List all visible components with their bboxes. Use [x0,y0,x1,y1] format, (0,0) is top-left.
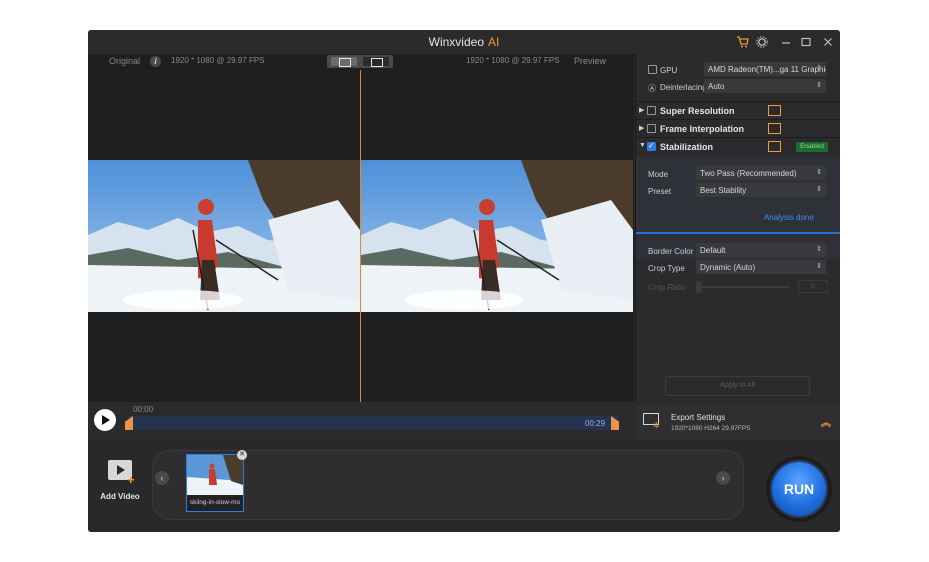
stabilization-checkbox[interactable] [647,141,656,151]
chevron-updown-icon: ⇕ [816,186,822,193]
preset-select[interactable]: Best Stability ⇕ [696,183,826,197]
crop-type-value: Dynamic (Auto) [700,263,756,272]
scroll-right-button[interactable]: › [716,471,730,485]
frame-interpolation-label: Frame Interpolation [660,124,745,134]
border-color-value: Default [700,246,726,255]
original-frame [88,160,360,312]
plus-icon: + [127,472,135,487]
app-title-accent: AI [488,35,500,49]
timeline-track[interactable] [128,416,618,430]
mode-select[interactable]: Two Pass (Recommended) ⇕ [696,166,826,180]
add-video-label: Add Video [100,492,140,501]
crop-type-label: Crop Type [648,264,685,273]
title-bar: Winxvideo AI [88,30,840,54]
crop-ratio-slider[interactable] [696,286,790,288]
camera-icon [768,141,781,152]
cart-icon[interactable] [734,34,750,50]
timeline: 00:00 00:29 [88,402,634,440]
stabilization-section[interactable]: ▼ Stabilization Enabled [636,137,840,155]
gpu-value: AMD Radeon(TM)...ga 11 Graphics [708,65,826,74]
run-button-ring: RUN [766,456,832,522]
crop-ratio-input[interactable]: 0 [798,280,828,293]
view-mode-toggle[interactable] [327,55,393,68]
apply-to-all-button[interactable]: Apply to All [665,376,810,396]
app-window: Winxvideo AI Original i 1920 * 1080 @ 29.… [88,30,840,532]
apply-to-all-label: Apply to All [720,382,755,389]
deinterlacing-label: Deinterlacing [660,83,707,92]
settings-panel: GPU AMD Radeon(TM)...ga 11 Graphics ⇕ Ⓐ D… [635,54,840,402]
deinterlace-icon: Ⓐ [648,84,656,93]
export-settings[interactable]: ✲ Export Settings 1920*1080 H264 29.97FP… [635,406,840,440]
compare-divider[interactable] [360,70,361,402]
collapse-arrow-icon[interactable]: ▼ [639,142,646,149]
original-frame-image [88,160,360,312]
split-view-icon[interactable] [331,57,357,67]
preview-area[interactable] [88,70,634,402]
analysis-status: Analysis done [764,213,814,222]
super-resolution-checkbox[interactable] [647,106,656,115]
gpu-label: GPU [660,66,678,75]
side-by-side-view-icon[interactable] [363,57,389,67]
deinterlacing-value: Auto [708,82,725,91]
frame-interpolation-checkbox[interactable] [647,124,656,133]
bottom-bar: + Add Video ‹ skiing-in-slow-mo ✕ › RUN [88,442,840,532]
chevron-updown-icon: ⇕ [816,65,822,72]
original-label: Original [109,56,141,66]
app-title-text: Winxvideo [428,35,484,49]
super-resolution-section[interactable]: ▶ Super Resolution [636,101,840,119]
maximize-icon[interactable] [798,34,814,50]
deinterlacing-select[interactable]: Auto ⇕ [704,79,826,93]
crop-type-select[interactable]: Dynamic (Auto) ⇕ [696,260,826,274]
frame-interpolation-section[interactable]: ▶ Frame Interpolation [636,119,840,137]
analysis-progress-bar [636,232,840,234]
gpu-checkbox[interactable] [648,65,657,74]
remove-video-icon[interactable]: ✕ [237,450,247,460]
gpu-select[interactable]: AMD Radeon(TM)...ga 11 Graphics ⇕ [704,62,826,76]
gear-icon: ✲ [653,421,660,430]
stabilization-label: Stabilization [660,142,714,152]
app-title: Winxvideo AI [88,35,840,49]
frames-icon [768,123,781,134]
mode-label: Mode [648,170,669,179]
scroll-left-button[interactable]: ‹ [155,471,169,485]
minimize-icon[interactable] [778,34,794,50]
crop-ratio-label: Crop Ratio [648,283,687,292]
expand-arrow-icon[interactable]: ▶ [639,106,644,114]
preset-label: Preset [648,187,672,196]
preview-header: Original i 1920 * 1080 @ 29.97 FPS 1920 … [88,54,634,70]
chevron-updown-icon: ⇕ [816,263,822,270]
preview-frame-image [361,160,633,312]
preview-frame [361,160,633,312]
mode-value: Two Pass (Recommended) [700,169,797,178]
border-color-label: Border Color [648,247,694,256]
chevron-updown-icon: ⇕ [816,246,822,253]
video-thumbnail-name: skiing-in-slow-mo [189,499,241,506]
add-video-button[interactable]: + Add Video [100,460,140,504]
border-color-select[interactable]: Default ⇕ [696,243,826,257]
chevron-updown-icon: ⇕ [816,169,822,176]
upscale-icon [768,105,781,116]
crop-ratio-slider-handle[interactable] [696,281,702,293]
super-resolution-label: Super Resolution [660,106,735,116]
chevron-updown-icon: ⇕ [816,82,822,89]
enabled-badge: Enabled [796,142,828,152]
expand-up-icon[interactable]: ︽ [821,414,831,429]
settings-icon[interactable] [754,34,770,50]
original-info: 1920 * 1080 @ 29.97 FPS [171,56,265,65]
video-thumbnail-image [187,455,243,495]
video-strip: ‹ skiing-in-slow-mo ✕ › [152,450,744,520]
run-button[interactable]: RUN [772,462,826,516]
video-thumbnail[interactable]: skiing-in-slow-mo ✕ [186,450,247,512]
preset-value: Best Stability [700,186,747,195]
preview-info: 1920 * 1080 @ 29.97 FPS [466,56,560,65]
preview-label: Preview [574,56,607,66]
timeline-end-time: 00:29 [585,419,606,428]
play-button[interactable] [94,409,116,431]
info-icon[interactable]: i [150,56,161,67]
export-settings-details: 1920*1080 H264 29.97FPS [671,425,751,432]
export-settings-title: Export Settings [671,413,726,422]
timeline-start-time: 00:00 [133,405,154,414]
expand-arrow-icon[interactable]: ▶ [639,124,644,132]
close-icon[interactable] [820,34,836,50]
